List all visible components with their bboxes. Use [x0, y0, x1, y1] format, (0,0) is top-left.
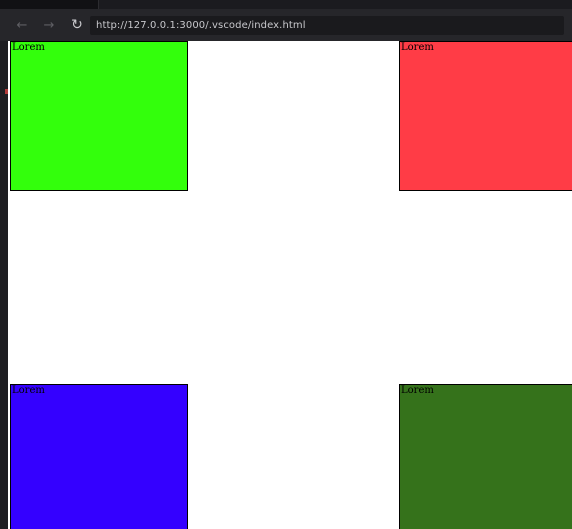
box-label: Lorem: [401, 42, 434, 53]
tab-strip: [0, 0, 572, 9]
box-bottom-right: Lorem: [399, 384, 572, 529]
active-tab-edge[interactable]: [98, 0, 572, 9]
forward-icon[interactable]: →: [38, 9, 60, 41]
browser-toolbar: ← → ↻ http://127.0.0.1:3000/.vscode/inde…: [0, 9, 572, 42]
box-label: Lorem: [12, 42, 45, 53]
box-label: Lorem: [401, 385, 434, 396]
box-top-right: Lorem: [399, 41, 572, 191]
url-bar[interactable]: http://127.0.0.1:3000/.vscode/index.html: [90, 16, 564, 35]
box-label: Lorem: [12, 385, 45, 396]
reload-icon[interactable]: ↻: [66, 9, 88, 41]
url-text[interactable]: http://127.0.0.1:3000/.vscode/index.html: [96, 20, 306, 31]
box-bottom-left: Lorem: [10, 384, 188, 529]
browser-window: ← → ↻ http://127.0.0.1:3000/.vscode/inde…: [0, 0, 572, 529]
box-top-left: Lorem: [10, 41, 188, 191]
back-icon[interactable]: ←: [11, 9, 33, 41]
left-panel-edge: [0, 41, 8, 529]
page-viewport: Lorem Lorem Lorem Lorem: [8, 41, 572, 529]
